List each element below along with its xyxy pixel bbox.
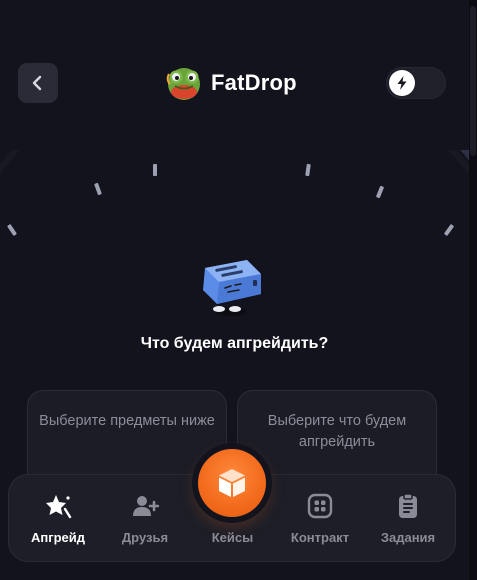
toaster-item-image: [203, 260, 261, 316]
nav-tasks[interactable]: Задания: [365, 491, 451, 551]
chevron-left-icon: [32, 75, 42, 91]
select-target-text: Выберите что будем апгрейдить: [267, 413, 407, 450]
clipboard-icon: [393, 491, 423, 521]
upgrade-prompt: Что будем апгрейдить?: [140, 335, 329, 352]
logo[interactable]: FatDrop: [163, 62, 297, 104]
nav-upgrade-label: Апгрейд: [30, 530, 86, 545]
wheel-tick-marks: [7, 163, 454, 236]
select-items-text: Выберите предметы ниже: [39, 413, 215, 429]
header: FatDrop: [0, 0, 469, 140]
frog-mascot-logo: [166, 68, 200, 100]
nav-cases-button[interactable]: [198, 449, 266, 517]
boost-toggle[interactable]: [386, 67, 446, 99]
box-icon: [219, 469, 245, 497]
nav-friends[interactable]: Друзья: [102, 491, 188, 551]
nav-cases-label[interactable]: Кейсы: [210, 530, 255, 545]
sparkle-star-icon: [43, 491, 73, 521]
lightning-icon: [397, 76, 407, 90]
nav-tasks-label: Задания: [380, 530, 436, 545]
toggle-knob: [389, 70, 415, 96]
logo-text: FatDrop: [211, 70, 297, 95]
nav-contract[interactable]: Контракт: [277, 491, 363, 551]
nav-friends-label: Друзья: [121, 530, 169, 545]
back-button[interactable]: [18, 63, 58, 103]
nav-contract-label: Контракт: [290, 530, 350, 545]
grid-icon: [305, 491, 335, 521]
nav-upgrade[interactable]: Апгрейд: [15, 491, 101, 551]
scrollbar-thumb[interactable]: [470, 6, 476, 156]
page-scrollbar[interactable]: [469, 0, 477, 580]
add-user-icon: [130, 491, 160, 521]
